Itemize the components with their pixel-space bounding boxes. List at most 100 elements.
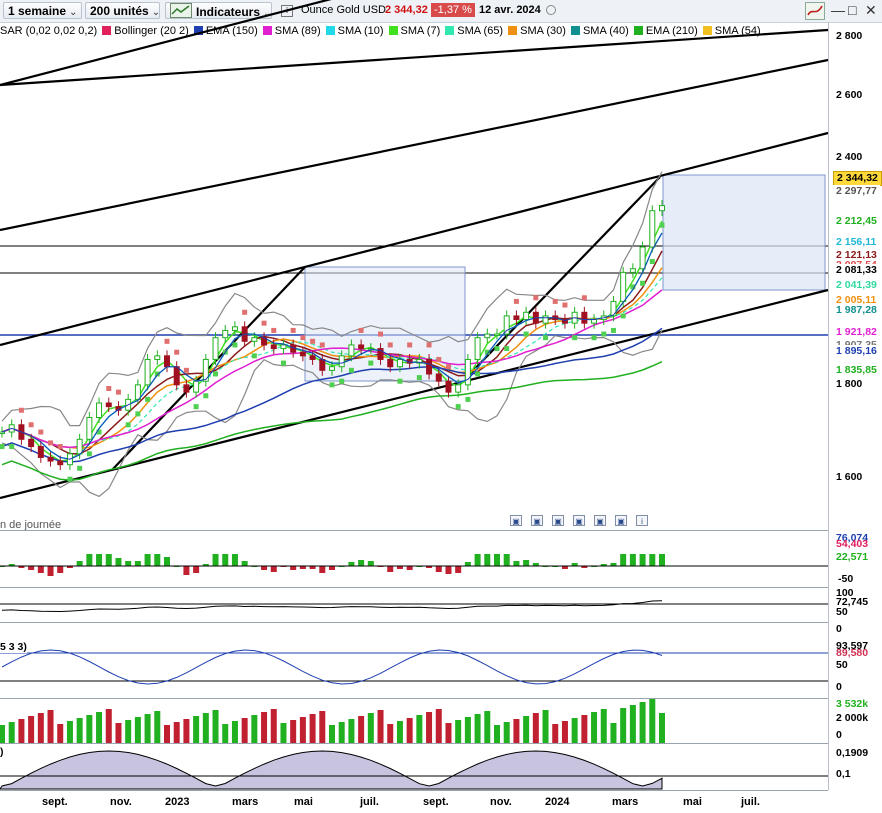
indicator-entry[interactable]: SMA (65) xyxy=(445,23,503,40)
indicator-entry[interactable]: SMA (7) xyxy=(388,23,440,40)
volume-bar xyxy=(183,719,190,743)
candle-body xyxy=(474,337,481,360)
time-axis-label: juil. xyxy=(741,796,760,808)
candle-body xyxy=(396,358,403,368)
price-axis-label: 1 600 xyxy=(836,471,863,483)
indicator-entry[interactable]: SMA (89) xyxy=(262,23,321,40)
macd-bar xyxy=(503,554,510,566)
bollinger-upper xyxy=(1,171,663,427)
candle-body xyxy=(76,438,83,455)
indicator-entry[interactable]: EMA (150) xyxy=(193,23,258,40)
minimize-icon[interactable]: — xyxy=(831,3,845,17)
candle-body xyxy=(542,315,549,324)
volume-bar xyxy=(154,711,161,743)
candle-body xyxy=(494,333,500,337)
macd-bar xyxy=(406,566,413,570)
panel-icon[interactable]: ▣ xyxy=(510,515,522,526)
units-dropdown[interactable]: 200 unités ⌄ xyxy=(85,2,160,19)
sar-dot xyxy=(368,360,374,366)
sar-dot xyxy=(543,335,549,341)
candle-body xyxy=(115,406,122,411)
indicator-entry[interactable]: SMA (30) xyxy=(508,23,566,40)
macd-bar xyxy=(47,566,54,576)
candle-body xyxy=(28,438,35,448)
sar-dot xyxy=(348,367,354,373)
candle-body xyxy=(319,358,326,371)
info-icon[interactable]: i xyxy=(281,5,293,17)
macd-bar xyxy=(416,566,423,567)
candle-body xyxy=(532,311,539,324)
macd-bar xyxy=(484,554,491,566)
macd-bar xyxy=(426,566,433,568)
chart-logo-icon[interactable] xyxy=(805,2,825,20)
volume-bar xyxy=(629,705,636,743)
volume-bar xyxy=(270,709,277,743)
sar-dot xyxy=(222,349,228,355)
price-axis-label: 2 800 xyxy=(836,30,863,42)
channel-line xyxy=(0,131,829,347)
panel-icon[interactable]: ▣ xyxy=(531,515,543,526)
candle-body xyxy=(591,319,598,324)
panel-icon[interactable]: ▣ xyxy=(573,515,585,526)
volume-bar xyxy=(66,721,73,743)
indicator-entry[interactable]: SMA (40) xyxy=(570,23,629,40)
macd-bar xyxy=(377,566,384,567)
macd-bar xyxy=(28,566,35,570)
indicator-entry[interactable]: Bollinger (20 2) xyxy=(102,23,189,40)
macd-bar xyxy=(76,561,83,566)
period-dropdown[interactable]: 1 semaine ⌄ xyxy=(3,2,82,19)
candle-body xyxy=(552,315,559,321)
indicator-label: EMA (210) xyxy=(645,25,698,37)
indicators-dropdown[interactable]: Indicateurs ⌄ xyxy=(165,2,272,19)
candle-body xyxy=(581,311,588,324)
indicator-entry[interactable]: SAR (0,02 0,02 0,2) xyxy=(0,23,97,40)
panel-icon[interactable]: ▣ xyxy=(552,515,564,526)
price-tag: 2 212,45 xyxy=(833,215,880,228)
price-chart[interactable] xyxy=(0,0,882,813)
indicator-color-swatch xyxy=(193,26,203,35)
macd-bar xyxy=(18,566,25,568)
time-axis-label: juil. xyxy=(360,796,379,808)
panel-icon[interactable]: ▣ xyxy=(615,515,627,526)
volume-bar xyxy=(435,709,442,743)
volume-bar xyxy=(309,714,316,743)
indicator-color-swatch xyxy=(325,26,335,35)
trend-line xyxy=(111,266,306,471)
candle-body xyxy=(503,315,510,335)
sar-dot xyxy=(630,284,636,290)
panel-icon[interactable]: ▣ xyxy=(594,515,606,526)
last-panel-label: ) xyxy=(0,746,4,758)
sar-dot xyxy=(513,298,519,304)
macd-bar xyxy=(358,560,365,566)
volume-bar xyxy=(212,710,219,743)
volume-bar xyxy=(329,725,335,743)
volume-bar xyxy=(164,725,170,743)
candle-body xyxy=(144,358,151,386)
stoch-axis-label: 89,580 xyxy=(836,647,869,659)
macd-bar xyxy=(251,566,258,567)
bollinger-lower xyxy=(1,329,663,498)
indicator-entry[interactable]: SMA (54) xyxy=(702,23,761,40)
info-icon[interactable]: i xyxy=(636,515,648,526)
volume-bar xyxy=(494,725,500,743)
macd-bar xyxy=(280,566,287,567)
price-tag: 2 041,39 xyxy=(833,279,880,292)
volume-bar xyxy=(86,715,93,743)
zone-rect xyxy=(662,174,826,291)
candle-body xyxy=(290,344,297,353)
macd-bar xyxy=(571,563,578,566)
macd-bar xyxy=(96,554,103,566)
candle-body xyxy=(193,380,200,393)
macd-bar xyxy=(610,563,617,566)
candle-body xyxy=(154,355,161,360)
volume-axis-label: 0 xyxy=(836,729,842,741)
maximize-icon[interactable]: □ xyxy=(848,3,856,17)
macd-axis-label: 54,403 xyxy=(836,538,869,550)
indicator-entry[interactable]: EMA (210) xyxy=(633,23,698,40)
rsi-line xyxy=(1,600,663,613)
stoch-axis-label: 0 xyxy=(836,681,842,693)
indicator-entry[interactable]: SMA (10) xyxy=(325,23,384,40)
close-icon[interactable]: ✕ xyxy=(865,3,877,17)
sar-dot xyxy=(77,465,83,471)
volume-bar xyxy=(387,724,394,743)
